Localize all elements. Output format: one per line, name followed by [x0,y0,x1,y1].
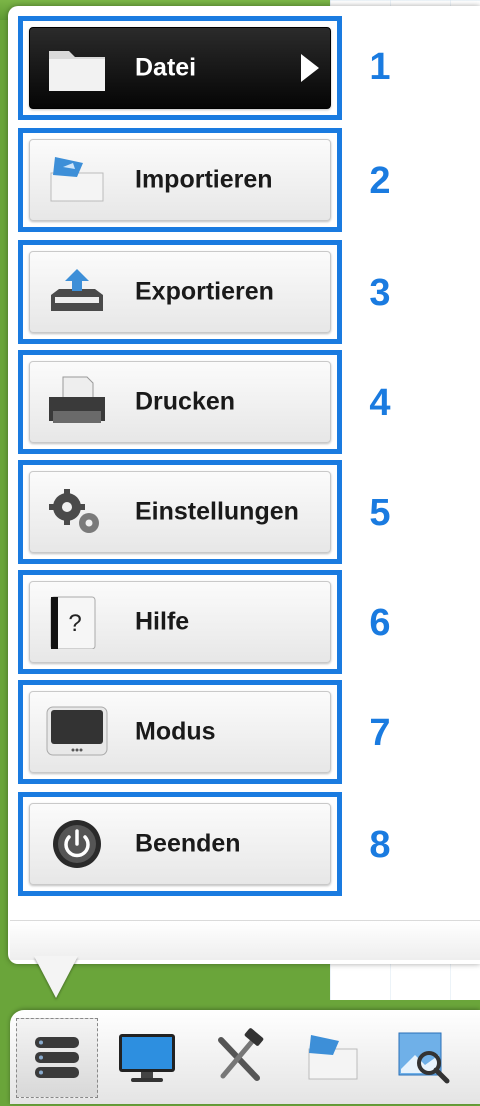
printer-icon [49,376,105,423]
toolbar-import-button[interactable] [292,1018,374,1098]
import-icon [50,157,104,202]
menu-icon [35,1037,79,1078]
toolbar-display-button[interactable] [106,1018,188,1098]
callout-number: 6 [369,602,391,644]
toolbar-menu-button[interactable] [16,1018,98,1098]
folder-icon [49,51,105,91]
callout-number: 3 [369,272,391,314]
menu-item-beenden[interactable]: Beenden [18,792,342,896]
menu-item-datei[interactable]: Datei [18,16,342,120]
menu-item-exportieren[interactable]: Exportieren [18,240,342,344]
callout-number: 8 [369,824,391,866]
submenu-arrow-icon [301,54,319,82]
toolbar-tools-button[interactable] [198,1018,280,1098]
menu-item-label: Hilfe [135,607,190,636]
callout-number: 1 [369,46,391,88]
export-icon [51,269,103,311]
bottom-toolbar [10,1010,480,1104]
menu-item-einstellungen[interactable]: Einstellungen [18,460,342,564]
callout-number: 7 [369,712,391,754]
menu-item-modus[interactable]: Modus [18,680,342,784]
menu-item-label: Einstellungen [135,497,299,526]
menu-item-label: Modus [135,717,216,746]
menu-panel-footer [10,920,480,960]
callout-number: 2 [369,160,391,202]
image-search-icon [398,1032,450,1084]
gears-icon [49,489,99,533]
svg-text:?: ? [68,610,81,637]
menu-item-label: Beenden [135,829,241,858]
tablet-icon [46,706,108,756]
menu-item-drucken[interactable]: Drucken [18,350,342,454]
import-icon [308,1035,358,1080]
toolbar-image-search-button[interactable] [382,1018,464,1098]
menu-item-label: Drucken [135,387,236,416]
menu-item-label: Importieren [135,165,273,194]
menu-item-label: Datei [135,53,197,82]
tools-icon [218,1028,264,1081]
power-icon [53,820,101,868]
menu-item-hilfe[interactable]: ? Hilfe [18,570,342,674]
menu-item-importieren[interactable]: Importieren [18,128,342,232]
menu-pointer [34,956,78,998]
callout-number: 4 [369,382,391,424]
callout-number: 5 [369,492,391,534]
help-icon: ? [50,596,96,649]
monitor-icon [119,1034,175,1082]
menu-item-label: Exportieren [135,277,274,306]
